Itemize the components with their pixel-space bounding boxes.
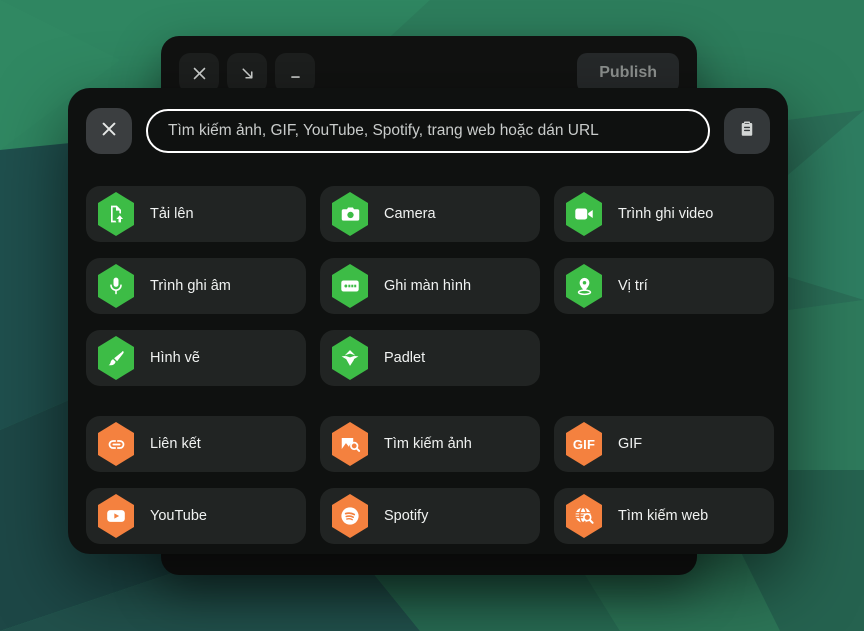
minimize-icon: [287, 65, 304, 82]
paintbrush-icon: [98, 336, 134, 380]
publish-button[interactable]: Publish: [577, 53, 679, 93]
picker-close-button[interactable]: [86, 108, 132, 154]
tile-label: Tìm kiếm web: [618, 508, 709, 524]
close-icon: [99, 119, 119, 144]
tile-location[interactable]: Vị trí: [554, 258, 774, 314]
tile-label: GIF: [618, 436, 643, 452]
location-pin-icon: [566, 264, 602, 308]
tile-label: Trình ghi video: [618, 206, 714, 222]
microphone-icon: [98, 264, 134, 308]
tile-label: Hình vẽ: [150, 350, 200, 366]
link-icon: [98, 422, 134, 466]
tile-label: Spotify: [384, 508, 429, 524]
padlet-crane-icon: [332, 336, 368, 380]
tile-padlet[interactable]: Padlet: [320, 330, 540, 386]
device-sources-group: Tải lên Camera Trình ghi video Trình ghi…: [86, 186, 774, 386]
tile-screen-record[interactable]: Ghi màn hình: [320, 258, 540, 314]
tile-audio-recorder[interactable]: Trình ghi âm: [86, 258, 306, 314]
tile-label: Tải lên: [150, 206, 194, 222]
tile-link[interactable]: Liên kết: [86, 416, 306, 472]
tile-label: Ghi màn hình: [384, 278, 472, 294]
picker-search-row: [86, 106, 770, 156]
tile-label: YouTube: [150, 508, 207, 524]
gif-label: GIF: [572, 436, 596, 452]
window-minimize-button[interactable]: [275, 53, 315, 93]
clipboard-icon: [738, 120, 756, 143]
tile-label: Liên kết: [150, 436, 201, 452]
tile-camera[interactable]: Camera: [320, 186, 540, 242]
tile-label: Padlet: [384, 350, 426, 366]
tile-label: Trình ghi âm: [150, 278, 231, 294]
arrow-down-right-icon: [239, 65, 256, 82]
window-expand-button[interactable]: [227, 53, 267, 93]
tile-label: Tìm kiếm ảnh: [384, 436, 472, 452]
window-close-button[interactable]: [179, 53, 219, 93]
image-search-icon: [332, 422, 368, 466]
tile-label: Camera: [384, 206, 436, 222]
search-input[interactable]: [146, 109, 710, 153]
screen-record-icon: [332, 264, 368, 308]
youtube-icon: [98, 494, 134, 538]
tile-image-search[interactable]: Tìm kiếm ảnh: [320, 416, 540, 472]
tile-drawing[interactable]: Hình vẽ: [86, 330, 306, 386]
upload-file-icon: [98, 192, 134, 236]
spotify-icon: [332, 494, 368, 538]
tile-spotify[interactable]: Spotify: [320, 488, 540, 544]
gif-icon: GIF: [566, 422, 602, 466]
web-sources-group: Liên kết Tìm kiếm ảnh GIF GIF YouTube Sp…: [86, 416, 774, 544]
camera-icon: [332, 192, 368, 236]
tile-gif[interactable]: GIF GIF: [554, 416, 774, 472]
tile-video-recorder[interactable]: Trình ghi video: [554, 186, 774, 242]
video-recorder-icon: [566, 192, 602, 236]
tile-placeholder: [554, 330, 774, 386]
attachment-picker-modal: Tải lên Camera Trình ghi video: [68, 88, 788, 554]
tile-upload[interactable]: Tải lên: [86, 186, 306, 242]
paste-from-clipboard-button[interactable]: [724, 108, 770, 154]
globe-search-icon: [566, 494, 602, 538]
tile-label: Vị trí: [618, 278, 648, 294]
close-icon: [191, 65, 208, 82]
tile-web-search[interactable]: Tìm kiếm web: [554, 488, 774, 544]
tile-youtube[interactable]: YouTube: [86, 488, 306, 544]
